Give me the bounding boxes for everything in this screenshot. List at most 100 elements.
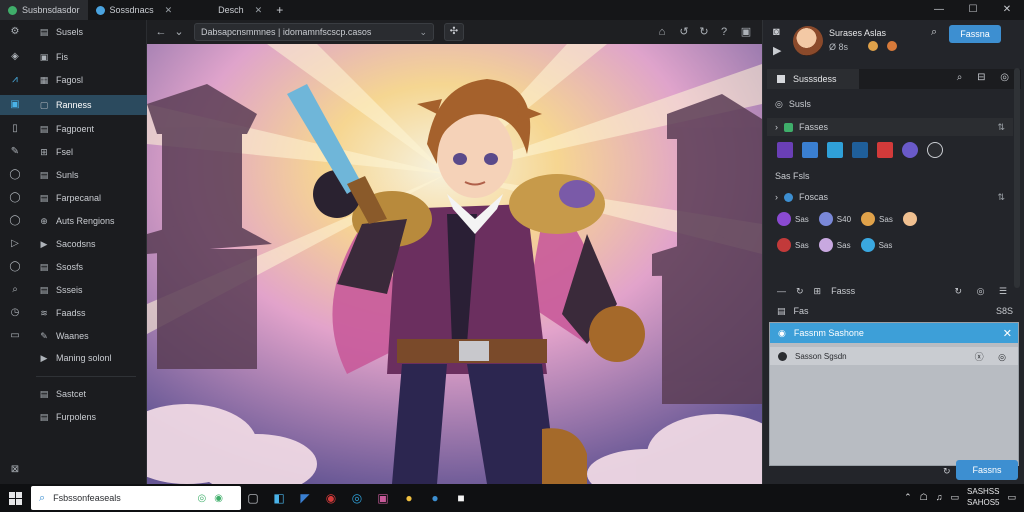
app-chrome-icon[interactable]: ● xyxy=(400,488,418,508)
row-tool-icons[interactable]: ⓧ ◎ xyxy=(975,350,1012,363)
item-label: S40 xyxy=(836,214,852,224)
item-icon[interactable] xyxy=(777,238,791,252)
minimize-icon[interactable]: — xyxy=(922,0,956,20)
help-icon[interactable]: ? xyxy=(716,24,732,40)
item-icon[interactable] xyxy=(860,238,875,252)
swatch-violet-icon[interactable] xyxy=(902,142,918,158)
item-icon[interactable] xyxy=(777,212,791,226)
sidebar-item-2[interactable]: ⩘ ▦ Fagosl xyxy=(0,70,147,90)
avatar[interactable] xyxy=(793,26,823,56)
primary-action-button[interactable]: Fassna xyxy=(949,25,1001,43)
sidebar-item-label: Fis xyxy=(56,52,68,62)
app-notes-icon[interactable]: ■ xyxy=(452,488,470,508)
note-icon: ▤ xyxy=(39,193,49,203)
close-icon[interactable]: ✕ xyxy=(255,5,263,16)
app-browser-icon[interactable]: ● xyxy=(426,488,444,508)
item-icon[interactable] xyxy=(861,212,876,226)
section-band-2[interactable]: › Foscas ⇅ xyxy=(767,188,1013,206)
close-icon[interactable]: ✕ xyxy=(1003,327,1012,340)
grid-icon: ⊞ xyxy=(40,147,48,157)
sidebar-item-7[interactable]: ◯ ▤ Farpecanal xyxy=(0,188,147,208)
sidebar-item-5[interactable]: ✎ ⊞ Fsel xyxy=(0,142,147,162)
band-options-icon[interactable]: ⇅ xyxy=(997,192,1005,203)
chevron-down-icon[interactable]: ⌄ xyxy=(171,24,187,40)
swatch-cyan-icon[interactable] xyxy=(827,142,843,158)
image-canvas[interactable] xyxy=(147,44,762,484)
section-styles: ◎ Susls xyxy=(767,96,1021,112)
search-icon[interactable]: ⌕ xyxy=(931,26,937,39)
sidebar-item-0[interactable]: ⚙ ▤ Susels xyxy=(0,22,147,42)
refresh-icon[interactable]: ↻ xyxy=(943,466,951,477)
tab-panel[interactable]: Susssdess xyxy=(767,69,859,89)
item-icon[interactable] xyxy=(902,212,917,226)
swatch-purple-icon[interactable] xyxy=(777,142,793,158)
sidebar-item-1[interactable]: ◈ ▣ Fis xyxy=(0,47,147,67)
clock-time: SASHSS xyxy=(967,487,1000,496)
list-item-selected[interactable]: ◉ Fassnm Sashone ✕ xyxy=(770,323,1018,343)
sidebar-item-3[interactable]: ▣ ▢ Ranness xyxy=(0,95,154,115)
minus-icon[interactable]: — xyxy=(777,286,786,296)
app-mail-icon[interactable]: ▣ xyxy=(374,488,392,508)
tab-3[interactable]: Desch ✕ xyxy=(210,0,270,20)
sidebar-item-13[interactable]: ▭ ✎ Waanes xyxy=(0,326,147,346)
sidebar-item-16[interactable]: ▤ Furpolens xyxy=(0,407,147,427)
back-icon[interactable]: ← xyxy=(153,24,169,40)
battery-icon[interactable]: ▭ xyxy=(951,492,960,503)
item-icon[interactable] xyxy=(818,238,833,252)
chevron-up-icon[interactable]: ⌃ xyxy=(904,492,912,503)
circle-icon: ◯ xyxy=(9,169,21,180)
sidebar-item-9[interactable]: ▷ ▶ Sacodsns xyxy=(0,234,147,254)
sidebar-item-4[interactable]: ▯ ▤ Fagpoent xyxy=(0,119,147,139)
notification-icon[interactable]: ▭ xyxy=(1007,492,1016,503)
swatch-navy-icon[interactable] xyxy=(852,142,868,158)
tab-2[interactable]: Sossdnacs ✕ xyxy=(88,0,181,20)
sidebar-item-11[interactable]: ⌕ ▤ Ssseis xyxy=(0,280,147,300)
maximize-icon[interactable]: ☐ xyxy=(956,0,990,20)
sidebar-item-8[interactable]: ◯ ⊕ Auts Rengions xyxy=(0,211,147,231)
list-item[interactable]: Sasson Sgsdn ⓧ ◎ xyxy=(770,347,1018,365)
volume-icon[interactable]: ♫ xyxy=(936,492,943,502)
address-field[interactable]: Dabsapcnsmmnes | idomamnfscscp.casos ⌄ xyxy=(194,23,434,41)
grid-icon[interactable]: ⊞ xyxy=(814,286,822,297)
tab-label: Sossdnacs xyxy=(109,5,154,15)
arrow-icon[interactable]: ▶ xyxy=(773,44,781,57)
section-band-1[interactable]: › Fasses ⇅ xyxy=(767,118,1013,136)
app-explorer-icon[interactable]: ◤ xyxy=(296,488,314,508)
new-tab-button[interactable]: + xyxy=(270,3,289,17)
footer-action-button[interactable]: Fassns xyxy=(956,460,1018,480)
close-window-icon[interactable]: ✕ xyxy=(990,0,1024,20)
swatch-blue-icon[interactable] xyxy=(802,142,818,158)
item-icon[interactable] xyxy=(818,212,833,226)
sidebar-item-label: Fagpoent xyxy=(56,124,95,134)
sidebar-collapse[interactable]: ⊠ xyxy=(0,460,147,480)
app-red-icon[interactable]: ◉ xyxy=(322,488,340,508)
sidebar-item-12[interactable]: ◷ ≋ Faadss xyxy=(0,303,147,323)
refresh-icon[interactable]: ↻ xyxy=(696,24,712,40)
close-icon[interactable]: ✕ xyxy=(165,5,173,16)
sidebar-item-14[interactable]: ▶ Maning solonl xyxy=(0,348,147,368)
swatch-add-icon[interactable] xyxy=(927,142,943,158)
swatch-red-icon[interactable] xyxy=(877,142,893,158)
app-editor-icon[interactable]: ◧ xyxy=(270,488,288,508)
sidebar-item-6[interactable]: ◯ ▤ Sunls xyxy=(0,165,147,185)
sidebar-item-10[interactable]: ◯ ▤ Ssosfs xyxy=(0,257,147,277)
network-icon[interactable]: ☖ xyxy=(920,492,928,503)
sidebar-item-15[interactable]: ▤ Sastcet xyxy=(0,384,147,404)
start-button[interactable] xyxy=(0,484,30,512)
camera-icon[interactable]: ◙ xyxy=(773,26,780,38)
list-tool-icons[interactable]: ↻ ◎ ☰ xyxy=(955,286,1013,297)
lock-icon[interactable]: ⌂ xyxy=(654,24,670,40)
app-edge-icon[interactable]: ◎ xyxy=(348,488,366,508)
chevron-down-icon[interactable]: ⌄ xyxy=(419,24,427,40)
tab-1[interactable]: Susbnsdasdor xyxy=(0,0,88,20)
refresh-icon[interactable]: ↻ xyxy=(796,286,804,297)
task-view-icon[interactable]: ▢ xyxy=(244,488,262,508)
screen-icon[interactable]: ▣ xyxy=(738,24,754,40)
panel-tool-icons[interactable]: ⌕ ⊟ ◎ xyxy=(957,72,1015,83)
history-icon[interactable]: ↺ xyxy=(676,24,692,40)
taskbar-search[interactable]: ⌕ Fsbssonfeaseals ◎◉ xyxy=(31,486,241,510)
move-tool-button[interactable]: ✣ xyxy=(444,23,464,41)
clock[interactable]: SASHSS SAHOS5 xyxy=(967,486,999,508)
panel-scrollbar[interactable] xyxy=(1014,68,1020,288)
band-options-icon[interactable]: ⇅ xyxy=(997,122,1005,133)
